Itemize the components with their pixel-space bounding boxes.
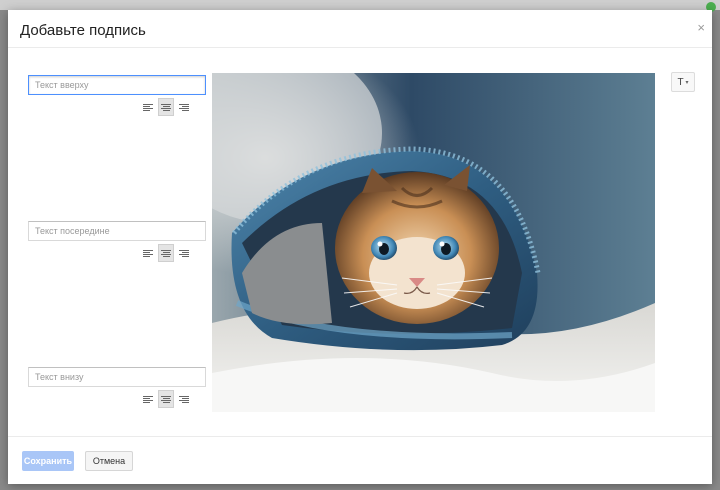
font-style-button[interactable]: T ▾	[671, 72, 695, 92]
header-divider	[8, 47, 712, 48]
top-align-group	[140, 98, 192, 116]
align-center-icon[interactable]	[158, 98, 174, 116]
align-left-icon[interactable]	[140, 390, 156, 408]
footer-divider	[8, 436, 712, 437]
cancel-button[interactable]: Отмена	[85, 451, 133, 471]
align-left-icon[interactable]	[140, 98, 156, 116]
bottom-align-group	[140, 390, 192, 408]
align-center-icon[interactable]	[158, 244, 174, 262]
caption-dialog: Добавьте подпись × Текст вверху Текст по…	[8, 10, 712, 484]
align-right-icon[interactable]	[176, 390, 192, 408]
align-right-icon[interactable]	[176, 244, 192, 262]
kitten-photo	[212, 73, 655, 412]
dialog-title: Добавьте подпись	[20, 22, 146, 39]
font-style-label: T	[677, 76, 684, 88]
image-preview	[212, 73, 655, 412]
middle-text-input[interactable]	[28, 221, 206, 241]
bottom-text-input[interactable]	[28, 367, 206, 387]
chevron-down-icon: ▾	[685, 79, 689, 86]
align-right-icon[interactable]	[176, 98, 192, 116]
align-left-icon[interactable]	[140, 244, 156, 262]
top-text-input[interactable]	[28, 75, 206, 95]
backdrop-strip	[0, 0, 720, 10]
align-center-icon[interactable]	[158, 390, 174, 408]
middle-align-group	[140, 244, 192, 262]
close-icon[interactable]: ×	[697, 21, 705, 35]
save-button[interactable]: Сохранить	[22, 451, 74, 471]
